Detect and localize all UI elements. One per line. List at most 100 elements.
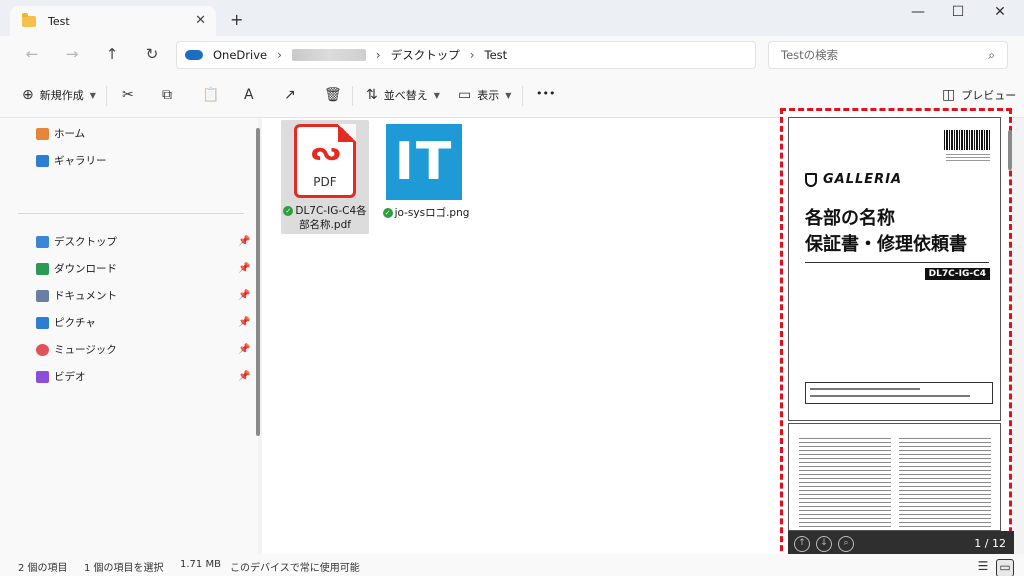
shield-icon [805, 172, 817, 187]
sort-label: 並べ替え [383, 89, 428, 102]
preview-label: プレビュー [961, 89, 1017, 102]
tab-close-icon[interactable]: ✕ [195, 13, 206, 28]
selection-count: 1 個の項目を選択 [84, 563, 164, 574]
video-icon [36, 370, 49, 383]
divider [805, 262, 989, 263]
address-row: ← → ↑ ↻ OneDrive › › デスクトップ › Test Testの… [0, 36, 1024, 74]
chevron-right-icon[interactable]: › [376, 48, 381, 62]
sidebar-item-videos[interactable]: ビデオ [36, 369, 86, 384]
find-button[interactable]: ⌕ [838, 536, 854, 552]
home-icon [36, 127, 49, 140]
prev-page-button[interactable]: ↑ [794, 536, 810, 552]
paste-button[interactable]: 📋 [202, 87, 219, 103]
tab-test[interactable]: Test ✕ [10, 6, 216, 36]
onedrive-cloud-icon [185, 50, 203, 60]
copy-button[interactable]: ⧉ [162, 87, 172, 103]
divider [352, 86, 353, 106]
item-count: 2 個の項目 [18, 563, 68, 574]
pin-icon: 📌 [238, 236, 251, 247]
preview-page-1: GALLERIA 各部の名称 保証書・修理依頼書 DL7C-IG-C4 [788, 117, 1001, 421]
more-options-button[interactable]: ••• [536, 87, 555, 100]
pin-icon: 📌 [238, 344, 251, 355]
new-tab-button[interactable]: + [230, 10, 243, 29]
sidebar-item-label: ビデオ [54, 371, 86, 383]
breadcrumb-test[interactable]: Test [485, 48, 508, 62]
picture-icon [36, 316, 49, 329]
sidebar-item-gallery[interactable]: ギャラリー [36, 153, 107, 168]
preview-toggle-button[interactable]: ◫ プレビュー [942, 87, 1016, 103]
document-icon [36, 289, 49, 302]
refresh-button[interactable]: ↻ [142, 45, 162, 63]
download-icon [36, 262, 49, 275]
copy-icon: ⧉ [162, 87, 172, 103]
forward-button[interactable]: → [62, 45, 82, 63]
scissors-icon: ✂ [122, 87, 134, 103]
text-column [899, 438, 991, 530]
cut-button[interactable]: ✂ [122, 87, 134, 103]
chevron-right-icon[interactable]: › [277, 48, 282, 62]
sidebar-item-documents[interactable]: ドキュメント [36, 288, 117, 303]
search-input[interactable]: Testの検索 [781, 47, 838, 63]
clipboard-icon: 📋 [202, 87, 220, 103]
title-bar: Test ✕ + — ☐ ✕ [0, 0, 1024, 36]
folder-icon [22, 12, 36, 27]
doc-title-line2: 保証書・修理依頼書 [805, 234, 967, 255]
tab-title: Test [48, 14, 70, 28]
new-button[interactable]: ⊕ 新規作成 ▼ [22, 87, 96, 103]
search-box[interactable]: Testの検索 ⌕ [768, 41, 1008, 69]
doc-title-line1: 各部の名称 [805, 208, 895, 229]
search-icon[interactable]: ⌕ [988, 48, 995, 63]
sort-button[interactable]: ⇅ 並べ替え ▼ [366, 87, 440, 103]
chevron-right-icon[interactable]: › [470, 48, 475, 62]
sync-ok-icon: ✓ [382, 208, 393, 218]
address-bar[interactable]: OneDrive › › デスクトップ › Test [176, 41, 756, 69]
navigation-pane: ホーム ギャラリー デスクトップ 📌 ダウンロード 📌 ドキュメント 📌 ピクチ… [0, 118, 258, 554]
breadcrumb-desktop[interactable]: デスクトップ [391, 47, 460, 63]
sidebar-item-home[interactable]: ホーム [36, 126, 85, 141]
maximize-button[interactable]: ☐ [938, 4, 978, 20]
sidebar-item-downloads[interactable]: ダウンロード [36, 261, 117, 276]
delete-button[interactable]: 🗑 [324, 87, 342, 103]
sidebar-item-desktop[interactable]: デスクトップ [36, 234, 117, 249]
preview-pane-icon: ◫ [942, 87, 956, 103]
sidebar-item-pictures[interactable]: ピクチャ [36, 315, 96, 330]
status-bar: 2 個の項目 1 個の項目を選択 1.71 MB このデバイスで常に使用可能 ☰… [0, 554, 1024, 576]
details-view-button[interactable]: ☰ [974, 559, 992, 576]
fine-print [946, 154, 990, 162]
minimize-button[interactable]: — [898, 4, 938, 20]
rename-button[interactable]: A [244, 87, 254, 103]
file-name-text: jo-sysロゴ.png [394, 207, 470, 219]
view-icon: ▭ [458, 87, 472, 103]
next-page-button[interactable]: ↓ [816, 536, 832, 552]
preview-scrollbar[interactable] [1008, 130, 1012, 170]
back-button[interactable]: ← [22, 45, 42, 63]
sidebar-item-music[interactable]: ミュージック [36, 342, 117, 357]
text-line [810, 388, 920, 390]
up-button[interactable]: ↑ [102, 45, 122, 63]
selection-size: 1.71 MB [180, 559, 221, 570]
sidebar-item-label: デスクトップ [54, 236, 117, 248]
close-button[interactable]: ✕ [980, 4, 1020, 20]
blurred-username [291, 49, 366, 61]
pin-icon: 📌 [238, 290, 251, 301]
sidebar-item-label: ダウンロード [54, 263, 117, 275]
preview-page-2 [788, 423, 1001, 531]
brand-logo: GALLERIA [805, 172, 902, 187]
sidebar-scrollbar[interactable] [256, 128, 260, 436]
view-button[interactable]: ▭ 表示 ▼ [458, 87, 511, 103]
desktop-icon [36, 235, 49, 248]
file-item-png[interactable]: IT ✓ jo-sysロゴ.png [262, 120, 472, 234]
pin-icon: 📌 [238, 263, 251, 274]
doc-title: 各部の名称 保証書・修理依頼書 [805, 206, 967, 258]
trash-icon: 🗑 [324, 87, 342, 103]
plus-circle-icon: ⊕ [22, 87, 34, 103]
tiles-view-button[interactable]: ▭ [996, 559, 1014, 576]
gallery-icon [36, 154, 49, 167]
chevron-down-icon: ▼ [505, 90, 512, 100]
view-label: 表示 [477, 89, 500, 102]
share-button[interactable]: ↗ [284, 87, 296, 103]
text-column [799, 438, 891, 530]
rename-icon: A [244, 87, 254, 103]
breadcrumb-onedrive[interactable]: OneDrive [213, 48, 267, 62]
model-badge: DL7C-IG-C4 [924, 268, 990, 280]
